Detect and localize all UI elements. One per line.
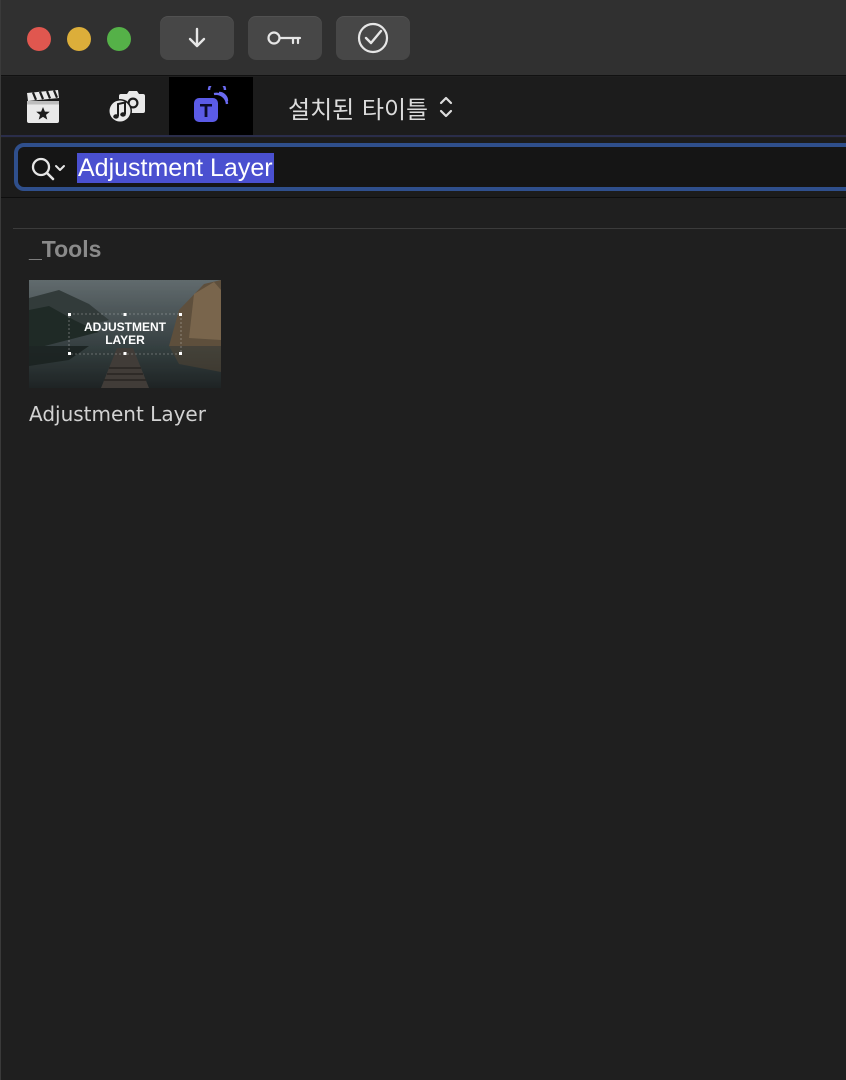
clapperboard-star-icon [27,89,59,123]
import-button[interactable] [160,16,234,60]
adjustment-layer-thumbnail[interactable]: ADJUSTMENT LAYER [29,280,221,388]
arrow-down-icon [188,27,206,48]
libraries-mode-button[interactable] [1,77,85,135]
search-field[interactable]: Adjustment Layer [14,143,846,191]
app-window: 설치된 타이틀 Adjustment Layer _Tools ADJUSTME… [0,0,846,1080]
title-bar [1,0,846,76]
thumbnail-text-line1: ADJUSTMENT [84,320,167,334]
titles-icon [194,86,229,122]
background-tasks-button[interactable] [336,16,410,60]
minimize-window-button[interactable] [67,27,91,51]
titles-and-generators-mode-button[interactable] [169,77,253,135]
search-input-value[interactable]: Adjustment Layer [77,153,274,183]
key-icon [267,31,302,45]
section-divider [13,228,846,229]
checkmark-circle-icon [357,22,389,54]
search-row: Adjustment Layer [1,138,846,198]
close-window-button[interactable] [27,27,51,51]
library-selector[interactable]: 설치된 타이틀 [288,91,454,124]
browser-toolbar: 설치된 타이틀 [1,77,846,137]
zoom-window-button[interactable] [107,27,131,51]
search-icon[interactable] [30,155,70,183]
adjustment-layer-label: Adjustment Layer [29,402,206,426]
thumbnail-image: ADJUSTMENT LAYER [29,280,221,388]
browser-content: _Tools ADJUSTMENT LAYER Adjustment Layer [1,198,846,1080]
up-down-chevron-icon [440,96,453,118]
keywords-button[interactable] [248,16,322,60]
photos-and-audio-mode-button[interactable] [85,77,169,135]
thumbnail-text-line2: LAYER [105,333,145,347]
camera-music-note-icon [108,91,145,123]
library-selector-label: 설치된 타이틀 [288,95,429,124]
section-title: _Tools [29,236,102,262]
